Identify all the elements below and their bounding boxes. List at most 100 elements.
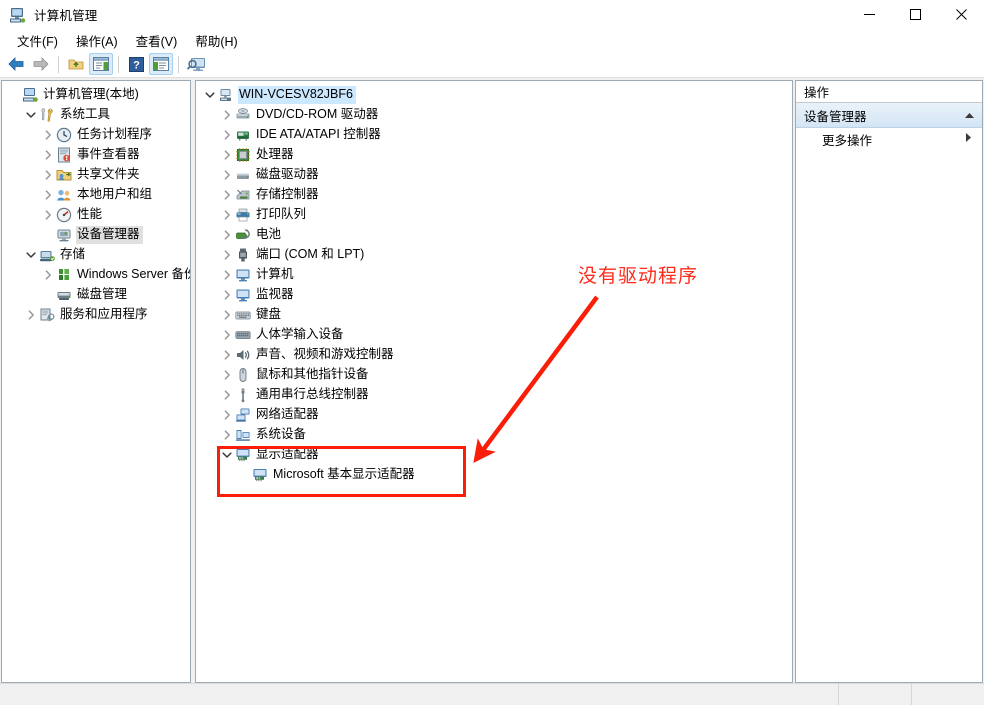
forward-arrow-icon[interactable] [29, 53, 53, 75]
processor-icon [235, 147, 251, 163]
scan-computer-icon[interactable] [184, 53, 208, 75]
chevron-right-icon[interactable] [219, 145, 235, 165]
tree-item[interactable]: 服务和应用程序 [2, 305, 190, 325]
chevron-down-icon[interactable] [23, 105, 39, 125]
tree-item-label: 系统工具 [60, 107, 111, 121]
tree-item-label: 键盘 [256, 307, 282, 321]
tree-item-label: 任务计划程序 [77, 127, 153, 141]
tree-item[interactable]: 磁盘驱动器 [196, 165, 792, 185]
status-bar-cell-2 [911, 684, 984, 705]
tree-item[interactable]: 声音、视频和游戏控制器 [196, 345, 792, 365]
tree-item[interactable]: 系统工具 [2, 105, 190, 125]
tree-item[interactable]: 存储 [2, 245, 190, 265]
chevron-right-icon[interactable] [219, 325, 235, 345]
tree-item[interactable]: 人体学输入设备 [196, 325, 792, 345]
close-button[interactable] [938, 0, 984, 29]
tree-item-label: 电池 [256, 227, 282, 241]
tree-item-label: 通用串行总线控制器 [256, 387, 369, 401]
chevron-right-icon[interactable] [40, 125, 56, 145]
chevron-right-icon[interactable] [219, 165, 235, 185]
chevron-right-icon[interactable] [219, 125, 235, 145]
chevron-right-icon[interactable] [23, 305, 39, 325]
menu-view[interactable]: 查看(V) [127, 29, 187, 52]
tree-item-label: 事件查看器 [77, 147, 140, 161]
menu-action[interactable]: 操作(A) [67, 29, 127, 52]
chevron-right-icon[interactable] [219, 285, 235, 305]
tree-item[interactable]: 事件查看器 [2, 145, 190, 165]
tree-item[interactable]: 磁盘管理 [2, 285, 190, 305]
up-folder-icon[interactable] [64, 53, 88, 75]
tree-item[interactable]: 共享文件夹 [2, 165, 190, 185]
chevron-right-icon[interactable] [40, 165, 56, 185]
tree-item[interactable]: 计算机 [196, 265, 792, 285]
tree-item[interactable]: WIN-VCESV82JBF6 [196, 85, 792, 105]
console-tree[interactable]: 计算机管理(本地) 系统工具任务计划程序 事件查看器共享文件夹 本地用户和组性能设备管… [2, 81, 190, 325]
actions-item-more-actions[interactable]: 更多操作 [796, 128, 982, 150]
print-queue-icon [235, 207, 251, 223]
chevron-right-icon[interactable] [40, 185, 56, 205]
actions-pane-title: 操作 [796, 81, 982, 103]
chevron-right-icon[interactable] [219, 425, 235, 445]
chevron-right-icon[interactable] [219, 205, 235, 225]
chevron-right-icon[interactable] [219, 245, 235, 265]
chevron-right-icon[interactable] [219, 365, 235, 385]
show-console-tree-icon[interactable] [89, 53, 113, 75]
dvd-drive-icon [235, 107, 251, 123]
chevron-right-icon[interactable] [219, 105, 235, 125]
menu-bar: 文件(F) 操作(A) 查看(V) 帮助(H) [0, 29, 984, 51]
hid-icon [235, 327, 251, 343]
device-manager-icon [56, 227, 72, 243]
tree-item[interactable]: 计算机管理(本地) [2, 85, 190, 105]
tree-item[interactable]: 性能 [2, 205, 190, 225]
ports-icon [235, 247, 251, 263]
annotation-label: 没有驱动程序 [578, 266, 699, 287]
usb-controller-icon [235, 387, 251, 403]
sound-video-game-icon [235, 347, 251, 363]
tree-item[interactable]: Windows Server 备份 [2, 265, 190, 285]
tree-item[interactable]: 设备管理器 [2, 225, 190, 245]
tree-item[interactable]: 存储控制器 [196, 185, 792, 205]
chevron-down-icon[interactable] [23, 245, 39, 265]
tree-item[interactable]: 通用串行总线控制器 [196, 385, 792, 405]
menu-file[interactable]: 文件(F) [8, 29, 67, 52]
tree-item[interactable]: 键盘 [196, 305, 792, 325]
chevron-right-icon[interactable] [219, 305, 235, 325]
chevron-right-icon [965, 132, 972, 146]
back-arrow-icon[interactable] [4, 53, 28, 75]
tree-item[interactable]: 鼠标和其他指针设备 [196, 365, 792, 385]
device-manager-tree[interactable]: WIN-VCESV82JBF6 DVD/CD-ROM 驱动器 IDE ATA/ATA… [196, 81, 792, 485]
chevron-right-icon[interactable] [219, 265, 235, 285]
tree-item[interactable]: 网络适配器 [196, 405, 792, 425]
tree-item[interactable]: 打印队列 [196, 205, 792, 225]
chevron-right-icon[interactable] [219, 185, 235, 205]
chevron-right-icon[interactable] [40, 145, 56, 165]
tree-item[interactable]: 本地用户和组 [2, 185, 190, 205]
tree-item[interactable]: 处理器 [196, 145, 792, 165]
show-action-pane-icon[interactable] [149, 53, 173, 75]
chevron-down-icon[interactable] [202, 85, 218, 105]
minimize-button[interactable] [846, 0, 892, 29]
tree-item[interactable]: 监视器 [196, 285, 792, 305]
chevron-right-icon[interactable] [40, 205, 56, 225]
tree-item[interactable]: 系统设备 [196, 425, 792, 445]
tree-item[interactable]: 电池 [196, 225, 792, 245]
help-icon[interactable]: ? [124, 53, 148, 75]
tree-item[interactable]: 任务计划程序 [2, 125, 190, 145]
chevron-right-icon[interactable] [219, 385, 235, 405]
tree-item[interactable]: DVD/CD-ROM 驱动器 [196, 105, 792, 125]
tree-item-label: 性能 [77, 207, 103, 221]
chevron-right-icon[interactable] [219, 405, 235, 425]
chevron-up-icon[interactable] [964, 108, 975, 122]
actions-group-device-manager[interactable]: 设备管理器 [796, 103, 982, 128]
chevron-right-icon[interactable] [219, 345, 235, 365]
status-bar-cell-1 [838, 684, 911, 705]
title-bar: 计算机管理 [0, 0, 984, 29]
computer-management-icon [9, 7, 26, 23]
tree-item[interactable]: 端口 (COM 和 LPT) [196, 245, 792, 265]
maximize-button[interactable] [892, 0, 938, 29]
tree-item[interactable]: IDE ATA/ATAPI 控制器 [196, 125, 792, 145]
menu-help[interactable]: 帮助(H) [186, 29, 246, 52]
chevron-right-icon[interactable] [40, 265, 56, 285]
chevron-right-icon[interactable] [219, 225, 235, 245]
